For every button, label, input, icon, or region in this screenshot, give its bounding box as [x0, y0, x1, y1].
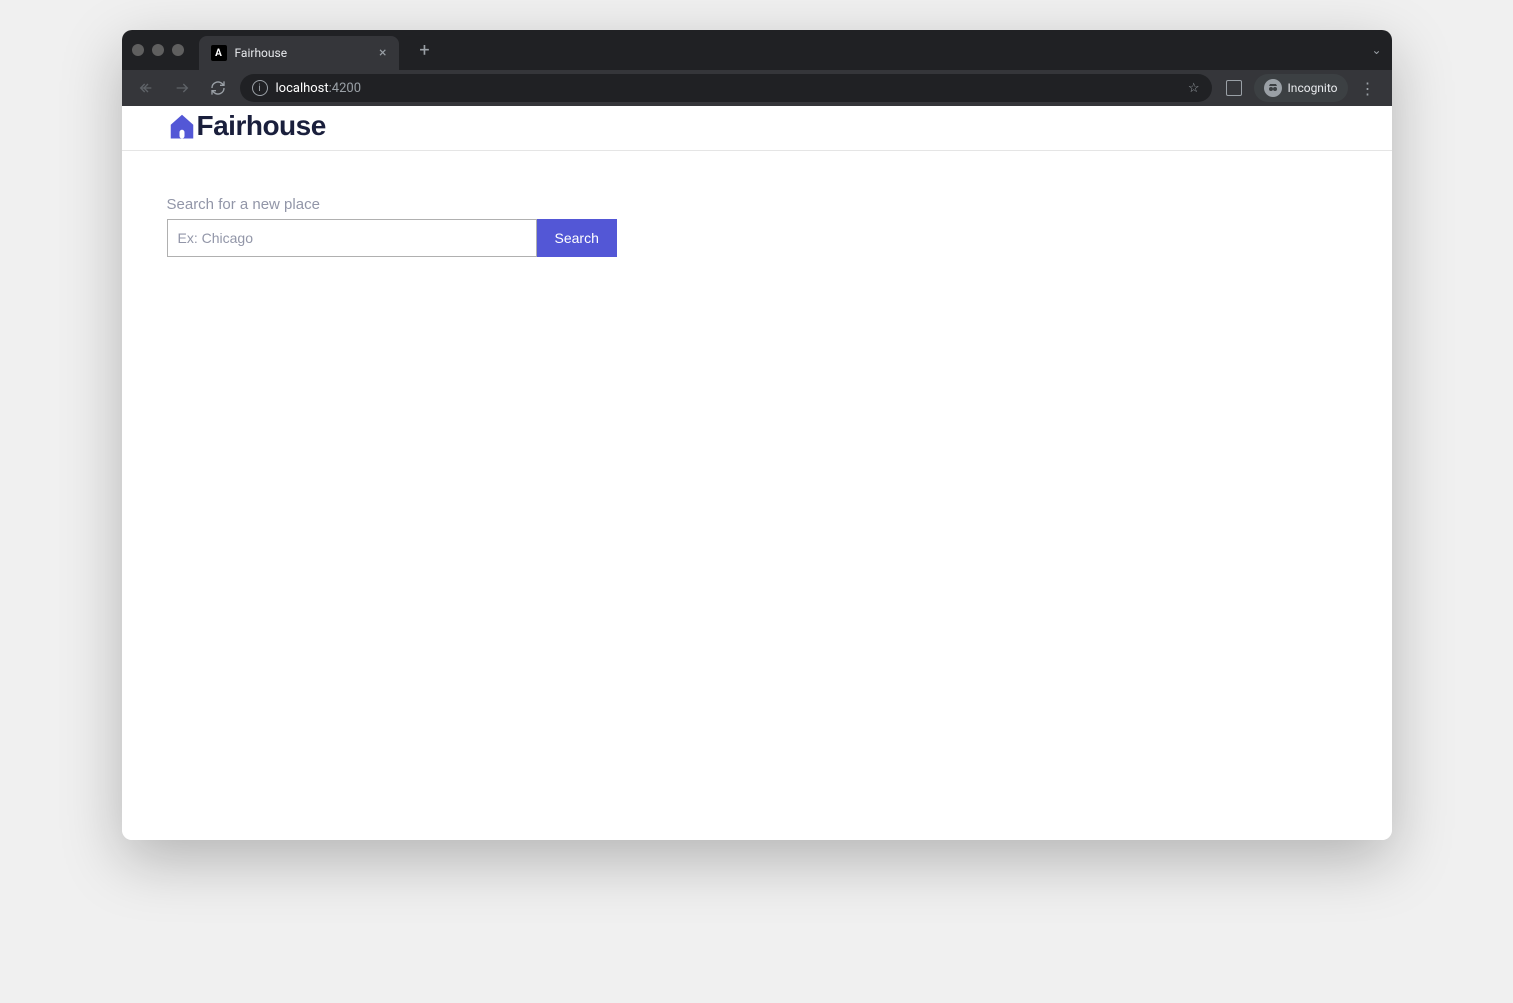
browser-tab[interactable]: A Fairhouse × — [199, 36, 399, 70]
url-host: localhost — [276, 81, 329, 96]
bookmark-star-icon[interactable]: ☆ — [1188, 81, 1200, 96]
browser-menu-button[interactable]: ⋮ — [1354, 79, 1382, 98]
plus-icon: + — [419, 40, 429, 61]
browser-address-bar: i localhost:4200 ☆ Incognito ⋮ — [122, 70, 1392, 106]
tab-favicon: A — [211, 45, 227, 61]
window-controls — [132, 44, 184, 56]
nav-reload-button[interactable] — [204, 74, 232, 102]
app-header: Fairhouse — [122, 106, 1392, 151]
incognito-badge[interactable]: Incognito — [1254, 74, 1348, 102]
window-close-button[interactable] — [132, 44, 144, 56]
url-input[interactable]: i localhost:4200 ☆ — [240, 74, 1212, 102]
new-tab-button[interactable]: + — [411, 36, 439, 64]
search-section: Search for a new place Search — [122, 151, 1392, 302]
window-minimize-button[interactable] — [152, 44, 164, 56]
search-button[interactable]: Search — [537, 219, 617, 257]
brand-name: Fairhouse — [197, 110, 326, 142]
extensions-button[interactable] — [1220, 74, 1248, 102]
url-port: :4200 — [329, 81, 361, 96]
nav-forward-button[interactable] — [168, 74, 196, 102]
search-input[interactable] — [167, 219, 537, 257]
page-viewport: Fairhouse Search for a new place Search — [122, 106, 1392, 840]
reload-icon — [210, 80, 226, 96]
window-tabs-dropdown[interactable]: ⌄ — [1371, 43, 1381, 57]
incognito-icon — [1264, 79, 1282, 97]
arrow-right-icon — [174, 80, 190, 96]
extensions-icon — [1226, 80, 1242, 96]
window-maximize-button[interactable] — [172, 44, 184, 56]
info-icon[interactable]: i — [252, 80, 268, 96]
tab-title: Fairhouse — [235, 46, 288, 60]
chevron-down-icon: ⌄ — [1371, 43, 1381, 57]
close-icon[interactable]: × — [379, 45, 386, 61]
address-bar-actions: Incognito ⋮ — [1220, 74, 1382, 102]
browser-window: A Fairhouse × + ⌄ i localhost:4200 ☆ — [122, 30, 1392, 840]
search-row: Search — [167, 219, 1347, 257]
house-icon — [167, 111, 197, 141]
kebab-icon: ⋮ — [1360, 79, 1376, 98]
incognito-label: Incognito — [1288, 81, 1338, 95]
nav-back-button[interactable] — [132, 74, 160, 102]
arrow-left-icon — [138, 80, 154, 96]
browser-tab-bar: A Fairhouse × + ⌄ — [122, 30, 1392, 70]
search-label: Search for a new place — [167, 196, 1347, 213]
